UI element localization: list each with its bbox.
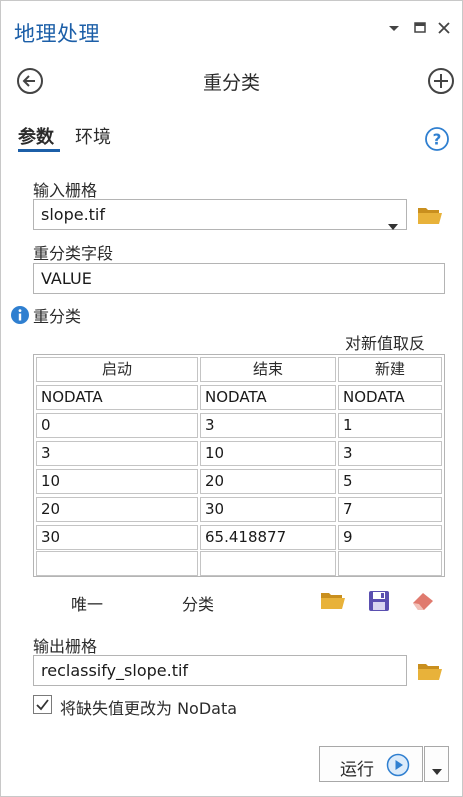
info-icon[interactable] — [10, 305, 30, 325]
table-cell[interactable]: 65.418877 — [200, 525, 336, 550]
run-button[interactable]: 运行 — [319, 746, 423, 782]
run-button-label: 运行 — [340, 760, 374, 780]
table-cell[interactable]: 0 — [36, 413, 198, 438]
tab-environments[interactable]: 环境 — [75, 123, 111, 149]
pane-title-bar: 地理处理 — [1, 1, 462, 63]
output-raster-input[interactable]: reclassify_slope.tif — [33, 655, 407, 686]
table-cell[interactable]: NODATA — [338, 385, 442, 410]
column-header-end: 结束 — [200, 357, 336, 382]
save-icon — [367, 591, 391, 617]
classify-button[interactable]: 分类 — [182, 591, 214, 615]
table-cell[interactable]: 5 — [338, 469, 442, 494]
tab-parameters[interactable]: 参数 — [18, 123, 54, 149]
pane-options-button[interactable] — [385, 19, 403, 37]
output-raster-label: 输出栅格 — [33, 637, 98, 656]
table-cell[interactable]: 10 — [200, 441, 336, 466]
tool-title: 重分类 — [202, 72, 260, 94]
table-cell[interactable]: 30 — [200, 497, 336, 522]
reclass-field-value: VALUE — [41, 269, 92, 288]
eraser-icon — [410, 593, 436, 617]
run-options-dropdown[interactable] — [424, 746, 449, 782]
input-raster-dropdown[interactable]: slope.tif — [33, 199, 407, 230]
reclassification-label: 重分类 — [33, 307, 82, 326]
column-header-new: 新建 — [338, 357, 442, 382]
reclass-table: 启动 结束 新建 NODATA NODATA NODATA 0 3 1 3 10… — [33, 354, 445, 577]
table-cell[interactable]: 3 — [338, 441, 442, 466]
table-cell[interactable]: 7 — [338, 497, 442, 522]
maximize-icon — [411, 19, 429, 37]
nodata-checkbox-label[interactable]: 将缺失值更改为 NoData — [60, 695, 237, 719]
maximize-button[interactable] — [411, 19, 429, 37]
close-icon — [435, 19, 453, 37]
active-tab-indicator — [18, 149, 60, 152]
input-raster-value: slope.tif — [41, 205, 106, 224]
chevron-down-icon — [431, 761, 443, 780]
folder-icon — [320, 593, 346, 615]
table-cell[interactable]: NODATA — [36, 385, 198, 410]
help-button[interactable]: ? — [424, 126, 450, 152]
play-icon — [386, 753, 410, 777]
close-button[interactable] — [435, 19, 453, 37]
clear-remap-button[interactable] — [410, 589, 436, 613]
table-cell[interactable]: 3 — [36, 441, 198, 466]
save-remap-button[interactable] — [367, 589, 393, 613]
unique-button[interactable]: 唯一 — [71, 591, 103, 615]
triangle-down-icon — [385, 19, 403, 37]
table-cell-empty[interactable] — [338, 551, 442, 576]
table-cell[interactable]: 1 — [338, 413, 442, 438]
table-cell[interactable]: 9 — [338, 525, 442, 550]
table-cell[interactable]: NODATA — [200, 385, 336, 410]
table-cell[interactable]: 20 — [36, 497, 198, 522]
column-header-start: 启动 — [36, 357, 198, 382]
chevron-down-icon — [387, 211, 399, 230]
table-cell[interactable]: 10 — [36, 469, 198, 494]
reclass-field-dropdown[interactable]: VALUE — [33, 263, 445, 294]
table-cell-empty[interactable] — [200, 551, 336, 576]
output-raster-value: reclassify_slope.tif — [41, 661, 189, 680]
browse-input-raster-button[interactable] — [417, 204, 443, 226]
table-cell-empty[interactable] — [36, 551, 198, 576]
add-button[interactable] — [427, 67, 455, 95]
reverse-new-values-link[interactable]: 对新值取反 — [345, 330, 425, 354]
svg-text:?: ? — [433, 131, 442, 149]
nodata-checkbox[interactable] — [33, 695, 52, 714]
table-cell[interactable]: 3 — [200, 413, 336, 438]
browse-output-raster-button[interactable] — [417, 660, 443, 682]
input-raster-label: 输入栅格 — [33, 181, 98, 200]
geoprocessing-pane: 地理处理 重分类 参数 环境 ? 输入栅格 slope.tif 重分类字段 VA… — [0, 0, 463, 797]
checkmark-icon — [34, 698, 51, 717]
load-remap-button[interactable] — [320, 589, 346, 613]
add-circle-icon — [427, 68, 455, 99]
pane-title: 地理处理 — [14, 22, 100, 46]
table-cell[interactable]: 20 — [200, 469, 336, 494]
folder-icon — [417, 664, 443, 686]
table-cell[interactable]: 30 — [36, 525, 198, 550]
help-icon: ? — [424, 127, 450, 156]
folder-icon — [417, 208, 443, 230]
reclass-field-label: 重分类字段 — [33, 244, 114, 263]
